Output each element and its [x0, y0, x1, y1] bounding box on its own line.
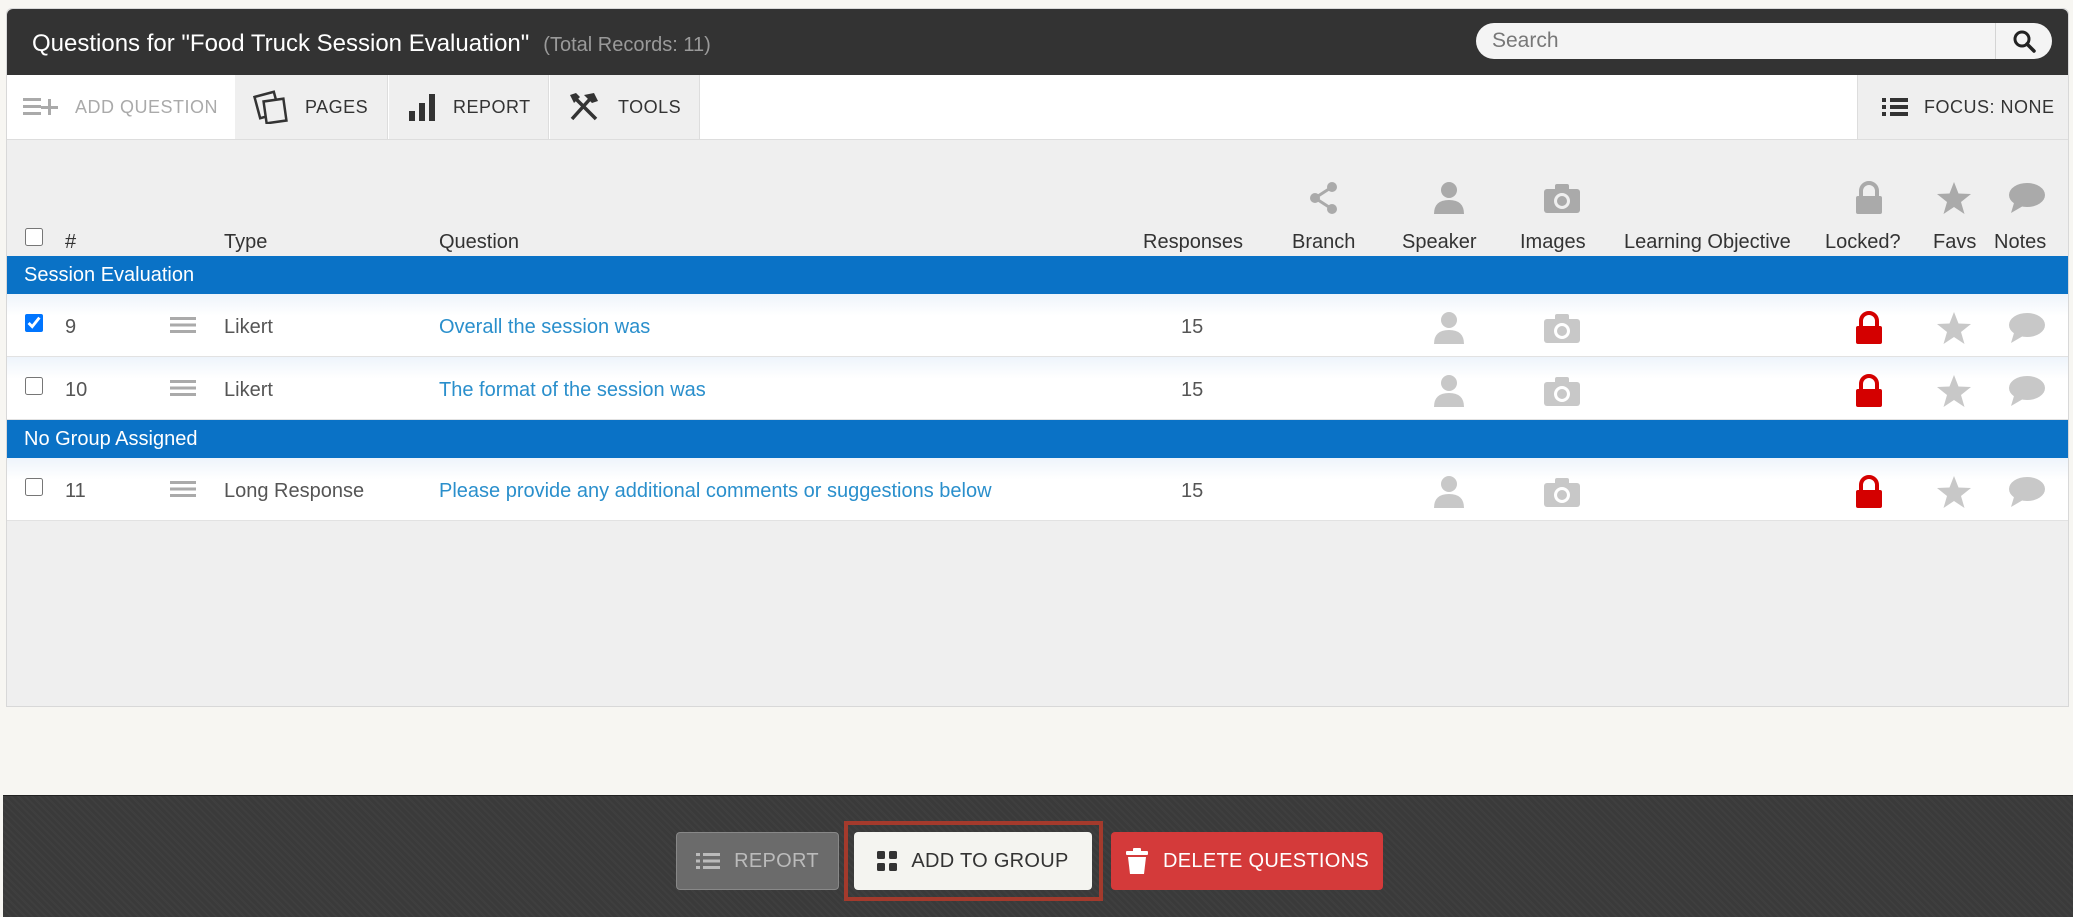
- search-box: [1476, 23, 2052, 59]
- pages-icon: [253, 90, 288, 124]
- col-header-branch[interactable]: Branch: [1292, 231, 1355, 254]
- trash-icon: [1126, 848, 1149, 874]
- add-to-group-button[interactable]: ADD TO GROUP: [854, 832, 1092, 890]
- pages-button[interactable]: PAGES: [235, 75, 388, 139]
- tools-icon: [570, 93, 598, 121]
- delete-questions-label: DELETE QUESTIONS: [1163, 849, 1369, 872]
- row-checkbox[interactable]: [25, 314, 43, 332]
- row-checkbox[interactable]: [25, 478, 43, 496]
- col-header-learning-objective[interactable]: Learning Objective: [1624, 231, 1791, 254]
- total-records: (Total Records: 11): [543, 34, 711, 56]
- col-header-question[interactable]: Question: [439, 231, 519, 254]
- col-header-images[interactable]: Images: [1520, 231, 1586, 254]
- row-checkbox[interactable]: [25, 377, 43, 395]
- col-header-type[interactable]: Type: [224, 231, 267, 254]
- question-link[interactable]: Please provide any additional comments o…: [439, 480, 992, 503]
- select-all-checkbox[interactable]: [25, 228, 43, 246]
- bar-chart-icon: [409, 94, 435, 121]
- camera-icon[interactable]: [1543, 374, 1581, 408]
- row-type: Likert: [224, 316, 273, 338]
- lock-icon[interactable]: [1854, 374, 1884, 408]
- tools-button[interactable]: TOOLS: [550, 75, 700, 139]
- report-button[interactable]: REPORT: [389, 75, 549, 139]
- col-header-notes[interactable]: Notes: [1994, 231, 2046, 254]
- lock-icon: [1856, 181, 1882, 214]
- camera-icon: [1544, 184, 1580, 213]
- add-to-group-label: ADD TO GROUP: [911, 849, 1069, 872]
- drag-handle-icon[interactable]: [170, 379, 196, 397]
- row-number: 9: [65, 316, 77, 338]
- drag-handle-icon[interactable]: [170, 316, 196, 334]
- person-icon: [1434, 182, 1464, 214]
- camera-icon[interactable]: [1543, 475, 1581, 509]
- search-icon: [2013, 30, 2036, 53]
- speech-bubble-icon[interactable]: [2008, 311, 2046, 345]
- table-row[interactable]: 11 Long Response Please provide any addi…: [7, 458, 2068, 521]
- footer-report-label: REPORT: [734, 849, 819, 872]
- pages-label: PAGES: [305, 96, 369, 117]
- person-icon[interactable]: [1432, 374, 1466, 408]
- row-responses: 15: [1181, 480, 1204, 502]
- row-responses: 15: [1181, 379, 1204, 401]
- person-icon[interactable]: [1432, 475, 1466, 509]
- add-question-button[interactable]: ADD QUESTION: [23, 75, 218, 139]
- delete-questions-button[interactable]: DELETE QUESTIONS: [1111, 832, 1383, 890]
- toolbar: ADD QUESTION PAGES REPORT TOOLS FOCUS: N…: [7, 75, 2068, 140]
- search-button[interactable]: [1995, 23, 2052, 59]
- speech-bubble-icon: [2009, 183, 2045, 213]
- row-type: Likert: [224, 379, 273, 401]
- action-footer: REPORT ADD TO GROUP DELETE QUESTIONS: [3, 795, 2073, 917]
- star-icon: [1937, 182, 1971, 214]
- search-input[interactable]: [1476, 23, 1986, 59]
- list-icon: [696, 853, 721, 869]
- add-question-label: ADD QUESTION: [75, 96, 219, 117]
- speech-bubble-icon[interactable]: [2008, 374, 2046, 408]
- lock-icon[interactable]: [1854, 475, 1884, 509]
- star-icon[interactable]: [1936, 374, 1972, 408]
- col-header-speaker[interactable]: Speaker: [1402, 231, 1477, 254]
- col-header-responses[interactable]: Responses: [1143, 231, 1243, 254]
- title-bar: Questions for "Food Truck Session Evalua…: [7, 9, 2068, 75]
- footer-report-button[interactable]: REPORT: [676, 832, 839, 890]
- col-header-num[interactable]: #: [65, 231, 76, 254]
- star-icon[interactable]: [1936, 311, 1972, 345]
- table-row[interactable]: 9 Likert Overall the session was 15: [7, 294, 2068, 357]
- star-icon[interactable]: [1936, 475, 1972, 509]
- row-number: 11: [65, 480, 86, 502]
- row-responses: 15: [1181, 316, 1204, 338]
- list-icon: [1882, 98, 1908, 116]
- share-icon: [1310, 182, 1337, 214]
- focus-button[interactable]: FOCUS: NONE: [1857, 75, 2068, 139]
- question-link[interactable]: The format of the session was: [439, 379, 706, 402]
- table-row[interactable]: 10 Likert The format of the session was …: [7, 357, 2068, 420]
- questions-panel: Questions for "Food Truck Session Evalua…: [6, 8, 2069, 707]
- tools-label: TOOLS: [618, 96, 682, 117]
- lock-icon[interactable]: [1854, 311, 1884, 345]
- col-header-favs[interactable]: Favs: [1933, 231, 1976, 254]
- row-number: 10: [65, 379, 88, 401]
- speech-bubble-icon[interactable]: [2008, 475, 2046, 509]
- page-title: Questions for "Food Truck Session Evalua…: [32, 30, 711, 58]
- col-header-locked[interactable]: Locked?: [1825, 231, 1901, 254]
- add-list-icon: [23, 98, 58, 115]
- grid-icon: [877, 851, 898, 871]
- title-text: Questions for "Food Truck Session Evalua…: [32, 30, 530, 57]
- group-header[interactable]: No Group Assigned: [7, 420, 2068, 458]
- focus-label: FOCUS: NONE: [1924, 96, 2055, 117]
- camera-icon[interactable]: [1543, 311, 1581, 345]
- group-header[interactable]: Session Evaluation: [7, 256, 2068, 294]
- person-icon[interactable]: [1432, 311, 1466, 345]
- row-type: Long Response: [224, 480, 365, 502]
- drag-handle-icon[interactable]: [170, 480, 196, 498]
- question-link[interactable]: Overall the session was: [439, 316, 650, 339]
- report-label: REPORT: [453, 96, 531, 117]
